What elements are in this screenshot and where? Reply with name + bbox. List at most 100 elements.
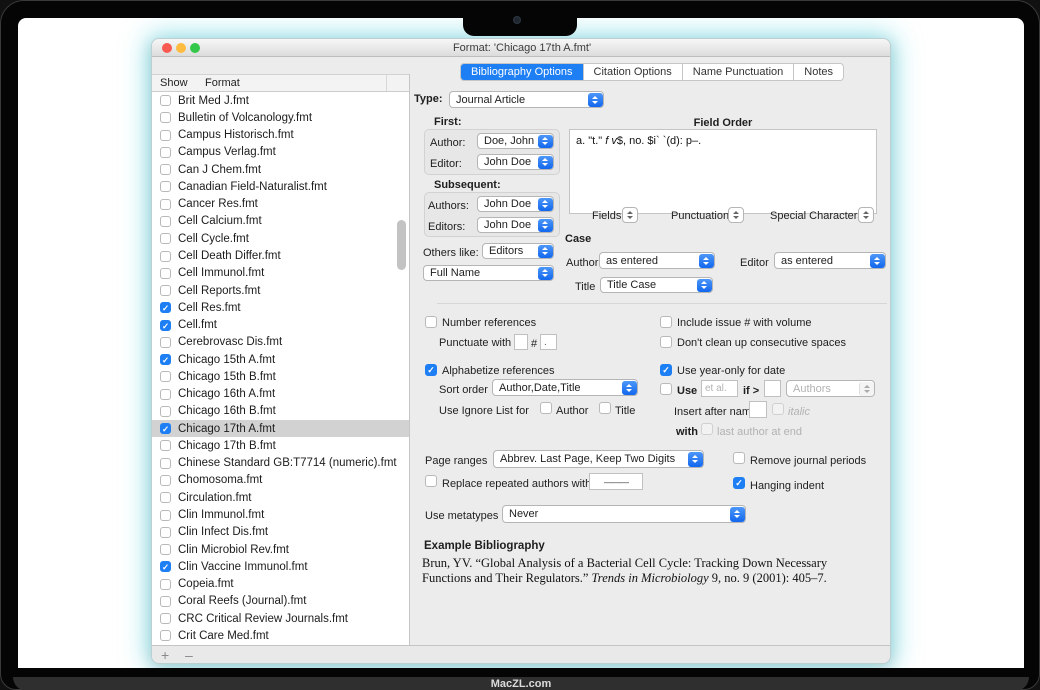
format-checkbox[interactable] bbox=[160, 389, 171, 400]
format-checkbox[interactable] bbox=[160, 354, 171, 365]
zoom-button[interactable] bbox=[190, 43, 200, 53]
format-checkbox[interactable] bbox=[160, 406, 171, 417]
format-list-item[interactable]: Crit Care Med.fmt bbox=[152, 627, 409, 644]
format-list-item[interactable]: Cell Res.fmt bbox=[152, 299, 409, 316]
subsequent-authors-popup[interactable]: John Doe bbox=[477, 196, 554, 212]
format-checkbox[interactable] bbox=[160, 440, 171, 451]
punctuate-field-2[interactable]: . bbox=[540, 334, 557, 350]
tab-citation-options[interactable]: Citation Options bbox=[584, 64, 683, 80]
format-list-item[interactable]: Cell Cycle.fmt bbox=[152, 230, 409, 247]
year-only-checkbox[interactable] bbox=[660, 364, 672, 376]
format-list-item[interactable]: Chicago 16th A.fmt bbox=[152, 386, 409, 403]
first-editor-popup[interactable]: John Doe bbox=[477, 154, 554, 170]
page-ranges-popup[interactable]: Abbrev. Last Page, Keep Two Digits bbox=[493, 450, 704, 468]
format-checkbox[interactable] bbox=[160, 199, 171, 210]
include-issue-checkbox[interactable] bbox=[660, 316, 672, 328]
add-format-button[interactable]: + bbox=[161, 646, 169, 664]
format-checkbox[interactable] bbox=[160, 596, 171, 607]
format-checkbox[interactable] bbox=[160, 371, 171, 382]
case-author-popup[interactable]: as entered bbox=[599, 252, 715, 269]
format-list-item[interactable]: Clin Microbiol Rev.fmt bbox=[152, 541, 409, 558]
alphabetize-checkbox[interactable] bbox=[425, 364, 437, 376]
format-checkbox[interactable] bbox=[160, 510, 171, 521]
remove-periods-checkbox[interactable] bbox=[733, 452, 745, 464]
format-checkbox[interactable] bbox=[160, 251, 171, 262]
format-list-item[interactable]: Can J Chem.fmt bbox=[152, 161, 409, 178]
punctuation-stepper[interactable] bbox=[728, 207, 744, 223]
format-list-item[interactable]: Canadian Field-Naturalist.fmt bbox=[152, 178, 409, 195]
replace-repeated-checkbox[interactable] bbox=[425, 475, 437, 487]
format-checkbox[interactable] bbox=[160, 492, 171, 503]
format-list-item[interactable]: Cell Immunol.fmt bbox=[152, 265, 409, 282]
number-references-checkbox[interactable] bbox=[425, 316, 437, 328]
format-list-item[interactable]: Bulletin of Volcanology.fmt bbox=[152, 109, 409, 126]
name-format-popup[interactable]: Full Name bbox=[423, 265, 554, 281]
close-button[interactable] bbox=[162, 43, 172, 53]
format-list-item[interactable]: Cell Reports.fmt bbox=[152, 282, 409, 299]
window-titlebar[interactable]: Format: 'Chicago 17th A.fmt' bbox=[152, 39, 891, 57]
format-checkbox[interactable] bbox=[160, 302, 171, 313]
sort-order-popup[interactable]: Author,Date,Title bbox=[492, 379, 638, 396]
type-popup[interactable]: Journal Article bbox=[449, 91, 604, 108]
format-checkbox[interactable] bbox=[160, 130, 171, 141]
format-checkbox[interactable] bbox=[160, 579, 171, 590]
format-checkbox[interactable] bbox=[160, 458, 171, 469]
format-checkbox[interactable] bbox=[160, 613, 171, 624]
format-checkbox[interactable] bbox=[160, 181, 171, 192]
format-list-item[interactable]: Cerebrovasc Dis.fmt bbox=[152, 334, 409, 351]
field-order-textarea[interactable]: a. "t." f v$, no. $i` `(d): p–. bbox=[569, 129, 877, 214]
tab-bibliography-options[interactable]: Bibliography Options bbox=[461, 64, 584, 80]
format-list-item[interactable]: CRC Critical Review Journals.fmt bbox=[152, 610, 409, 627]
format-list-item[interactable]: Copeia.fmt bbox=[152, 575, 409, 592]
format-checkbox[interactable] bbox=[160, 233, 171, 244]
format-list-item[interactable]: Chicago 15th A.fmt bbox=[152, 351, 409, 368]
hanging-indent-checkbox[interactable] bbox=[733, 477, 745, 489]
punctuate-field-1[interactable] bbox=[514, 334, 528, 350]
format-list-item[interactable]: Chicago 17th B.fmt bbox=[152, 437, 409, 454]
format-checkbox[interactable] bbox=[160, 268, 171, 279]
use-etal-checkbox[interactable] bbox=[660, 383, 672, 395]
format-checkbox[interactable] bbox=[160, 285, 171, 296]
format-list-item[interactable]: Cell.fmt bbox=[152, 316, 409, 333]
tab-notes[interactable]: Notes bbox=[794, 64, 843, 80]
format-checkbox[interactable] bbox=[160, 475, 171, 486]
use-metatypes-popup[interactable]: Never bbox=[502, 505, 746, 523]
format-checkbox[interactable] bbox=[160, 320, 171, 331]
ignore-title-checkbox[interactable] bbox=[599, 402, 611, 414]
format-list-item[interactable]: Cell Calcium.fmt bbox=[152, 213, 409, 230]
format-list-item[interactable]: Brit Med J.fmt bbox=[152, 92, 409, 109]
format-checkbox[interactable] bbox=[160, 216, 171, 227]
first-author-popup[interactable]: Doe, John bbox=[477, 133, 554, 149]
remove-format-button[interactable]: – bbox=[185, 646, 193, 664]
format-checkbox[interactable] bbox=[160, 630, 171, 641]
format-list-item[interactable]: Campus Verlag.fmt bbox=[152, 144, 409, 161]
format-checkbox[interactable] bbox=[160, 95, 171, 106]
if-greater-field[interactable] bbox=[764, 380, 781, 397]
case-editor-popup[interactable]: as entered bbox=[774, 252, 886, 269]
format-list-item[interactable]: Chicago 16th B.fmt bbox=[152, 403, 409, 420]
minimize-button[interactable] bbox=[176, 43, 186, 53]
dont-clean-checkbox[interactable] bbox=[660, 336, 672, 348]
format-list-item[interactable]: Clin Infect Dis.fmt bbox=[152, 524, 409, 541]
format-checkbox[interactable] bbox=[160, 337, 171, 348]
format-list-item[interactable]: Campus Historisch.fmt bbox=[152, 127, 409, 144]
format-checkbox[interactable] bbox=[160, 561, 171, 572]
format-list-item[interactable]: Clin Vaccine Immunol.fmt bbox=[152, 558, 409, 575]
replace-repeated-field[interactable]: ——— bbox=[589, 473, 643, 490]
others-like-popup[interactable]: Editors bbox=[482, 243, 554, 259]
format-checkbox[interactable] bbox=[160, 544, 171, 555]
format-list-item[interactable]: Chinese Standard GB:T7714 (numeric).fmt bbox=[152, 455, 409, 472]
format-list-item[interactable]: Chicago 17th A.fmt bbox=[152, 420, 409, 437]
insert-after-field[interactable] bbox=[749, 401, 767, 418]
tab-name-punctuation[interactable]: Name Punctuation bbox=[683, 64, 795, 80]
format-checkbox[interactable] bbox=[160, 423, 171, 434]
format-checkbox[interactable] bbox=[160, 527, 171, 538]
format-list-item[interactable]: Cancer Res.fmt bbox=[152, 196, 409, 213]
etal-field[interactable]: et al. bbox=[701, 380, 738, 397]
format-list-item[interactable]: Coral Reefs (Journal).fmt bbox=[152, 593, 409, 610]
sidebar-scrollbar[interactable] bbox=[397, 220, 406, 270]
fields-stepper[interactable] bbox=[622, 207, 638, 223]
subsequent-editors-popup[interactable]: John Doe bbox=[477, 217, 554, 233]
case-title-popup[interactable]: Title Case bbox=[600, 277, 713, 293]
format-checkbox[interactable] bbox=[160, 112, 171, 123]
